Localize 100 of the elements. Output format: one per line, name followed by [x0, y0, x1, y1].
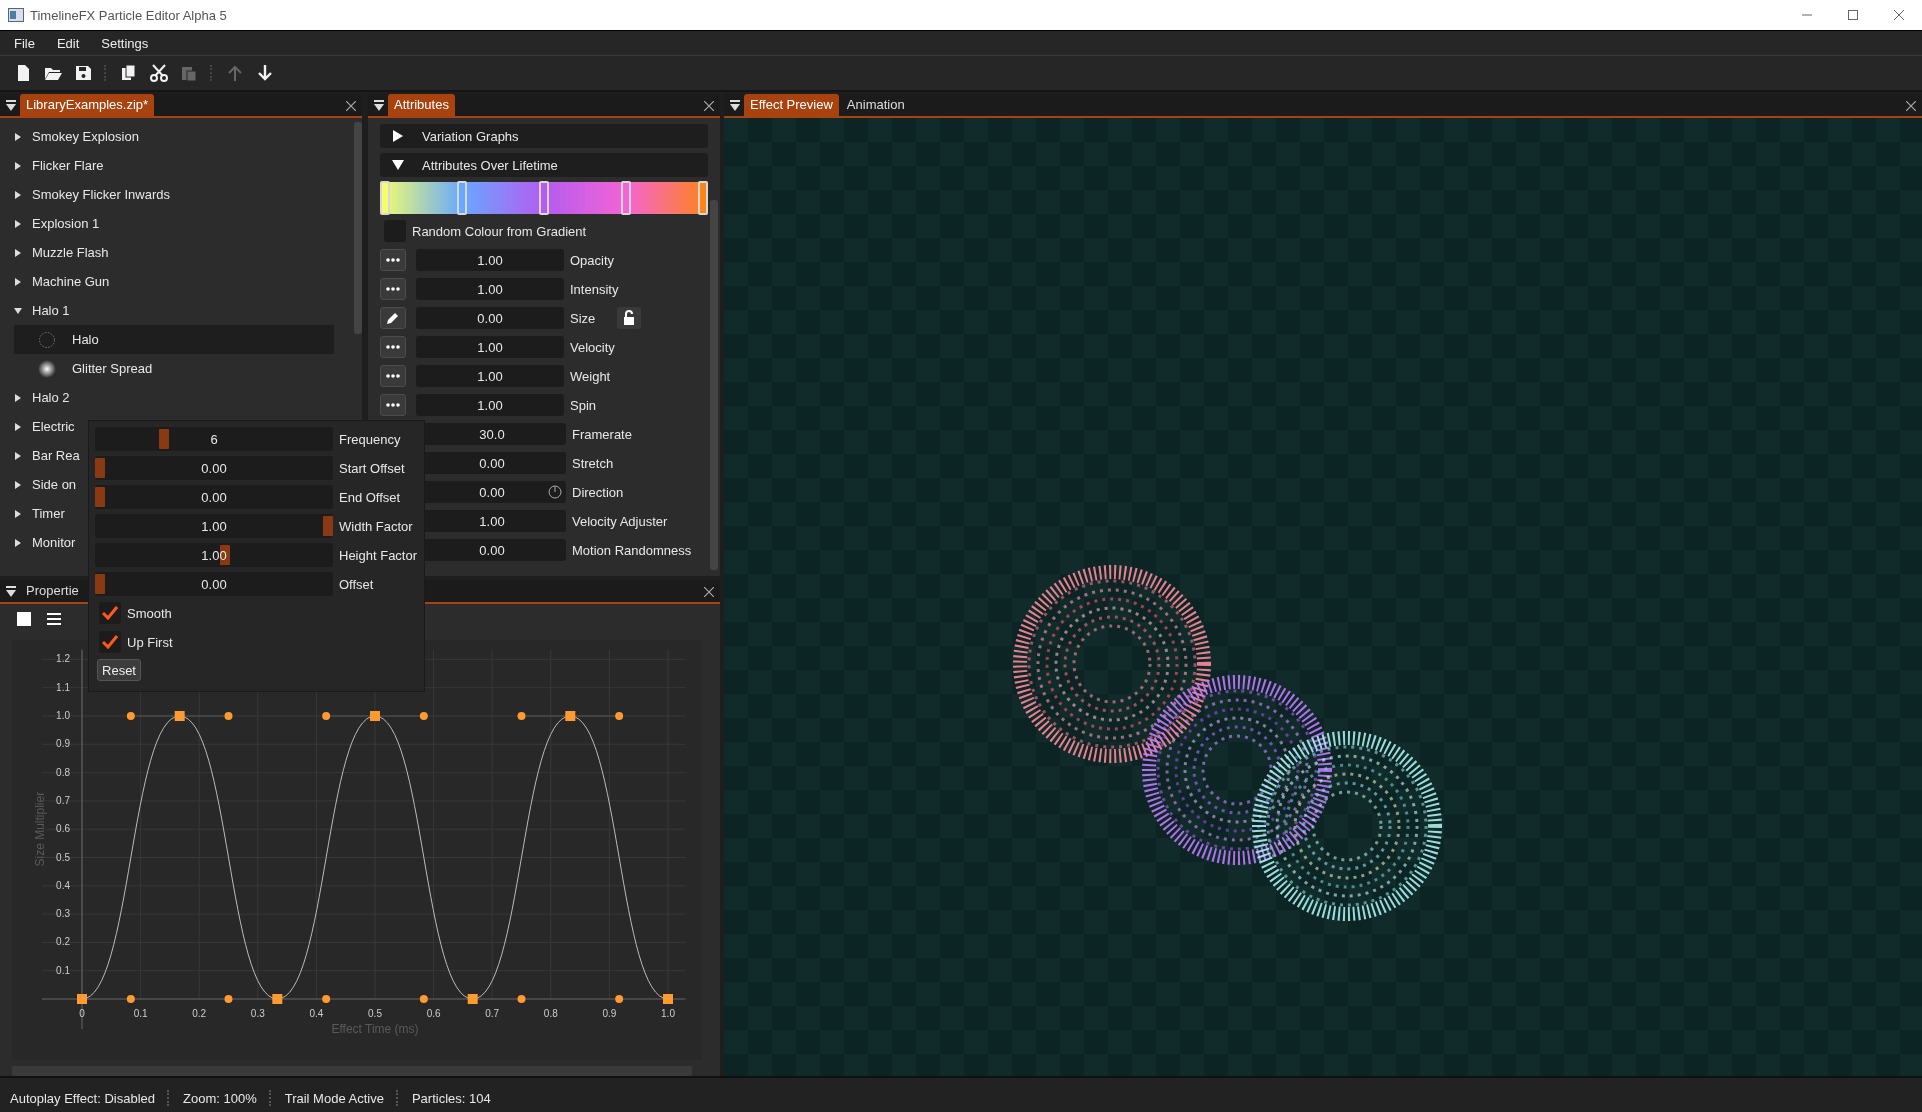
slider-field[interactable]: 0.00: [95, 572, 333, 596]
caret-icon[interactable]: [14, 538, 22, 547]
menu-item[interactable]: Settings: [93, 35, 157, 51]
slider-thumb[interactable]: [95, 574, 105, 594]
panel-menu-icon[interactable]: [6, 586, 16, 598]
slider-field[interactable]: 0.00: [95, 485, 333, 509]
tree-item[interactable]: Smokey Explosion: [32, 129, 139, 144]
panel-menu-icon[interactable]: [374, 100, 384, 112]
slider-field[interactable]: 6: [95, 427, 333, 451]
graph-node[interactable]: [565, 711, 576, 721]
caret-icon[interactable]: [14, 393, 22, 402]
checkbox[interactable]: [99, 602, 121, 624]
dial-icon[interactable]: [548, 485, 562, 499]
more-button[interactable]: [380, 278, 406, 300]
bezier-handle-drawing[interactable]: [517, 712, 624, 720]
panel-tab[interactable]: Animation: [840, 94, 911, 116]
tree-item[interactable]: Muzzle Flash: [32, 245, 109, 260]
caret-icon[interactable]: [14, 248, 22, 257]
value-field[interactable]: 1.00: [416, 336, 564, 358]
reset-button[interactable]: Reset: [97, 659, 141, 681]
bezier-handle-drawing[interactable]: [615, 995, 624, 1003]
tree-item[interactable]: Smokey Flicker Inwards: [32, 187, 170, 202]
slider-thumb[interactable]: [158, 429, 169, 449]
caret-icon[interactable]: [14, 480, 22, 489]
down-arrow-icon[interactable]: [256, 64, 274, 82]
slider-thumb[interactable]: [95, 487, 105, 507]
tree-item[interactable]: Timer: [32, 506, 65, 521]
graph-node[interactable]: [370, 711, 380, 721]
slider-field[interactable]: 1.00: [95, 514, 333, 538]
tree-item[interactable]: Flicker Flare: [32, 158, 104, 173]
section-header[interactable]: Variation Graphs: [380, 124, 708, 148]
scrollbar[interactable]: [710, 200, 718, 570]
caret-icon[interactable]: [14, 219, 22, 228]
colour-gradient-bar[interactable]: [380, 182, 708, 214]
checkbox[interactable]: [99, 631, 121, 653]
caret-icon[interactable]: [14, 277, 22, 286]
panel-tab[interactable]: Effect Preview: [744, 94, 839, 116]
tree-item[interactable]: Halo 2: [32, 390, 70, 405]
caret-icon[interactable]: [14, 451, 22, 460]
panel-tab[interactable]: Attributes: [388, 94, 455, 116]
slider-thumb[interactable]: [323, 516, 333, 536]
more-button[interactable]: [380, 394, 406, 416]
panel-menu-icon[interactable]: [6, 100, 16, 112]
tree-item[interactable]: Monitor: [32, 535, 76, 550]
copy-icon[interactable]: [120, 64, 138, 82]
close-icon[interactable]: [1906, 101, 1916, 111]
slider-field[interactable]: 0.00: [95, 456, 333, 480]
panel-tab[interactable]: Propertie: [20, 580, 85, 602]
close-icon[interactable]: [704, 101, 714, 111]
slider-thumb[interactable]: [95, 458, 105, 478]
save-icon[interactable]: [74, 64, 92, 82]
more-button[interactable]: [380, 365, 406, 387]
lock-button[interactable]: [617, 307, 642, 329]
tree-item[interactable]: Halo 1: [32, 303, 70, 318]
tree-item[interactable]: Glitter Spread: [72, 361, 153, 376]
menu-icon[interactable]: [46, 611, 62, 627]
caret-icon[interactable]: [14, 422, 22, 431]
graph-node[interactable]: [77, 994, 87, 1004]
caret-icon[interactable]: [14, 190, 22, 199]
tree-item[interactable]: Explosion 1: [32, 216, 100, 231]
menu-item[interactable]: File: [6, 35, 43, 51]
bezier-handle-drawing[interactable]: [224, 995, 331, 1003]
section-header[interactable]: Attributes Over Lifetime: [380, 153, 708, 177]
caret-icon[interactable]: [14, 161, 22, 170]
edit-button[interactable]: [380, 307, 406, 329]
tree-item[interactable]: Bar Rea: [32, 448, 80, 463]
graph-node[interactable]: [272, 994, 283, 1004]
scrollbar[interactable]: [354, 122, 362, 334]
caret-icon[interactable]: [14, 132, 22, 141]
slider-field[interactable]: 1.00: [95, 543, 333, 567]
value-field[interactable]: 1.00: [416, 278, 564, 300]
gradient-stop-handle[interactable]: [539, 181, 549, 215]
bezier-handle-drawing[interactable]: [419, 995, 526, 1003]
more-button[interactable]: [380, 336, 406, 358]
bezier-handle-drawing[interactable]: [126, 995, 135, 1003]
caret-icon[interactable]: [14, 509, 22, 518]
graph-node[interactable]: [663, 994, 673, 1004]
close-icon[interactable]: [704, 587, 714, 597]
close-icon[interactable]: [1893, 9, 1905, 21]
square-icon[interactable]: [16, 611, 32, 627]
more-button[interactable]: [380, 249, 406, 271]
tree-item[interactable]: Electric: [32, 419, 75, 434]
gradient-stop-handle[interactable]: [457, 181, 467, 215]
graph-node[interactable]: [174, 711, 185, 721]
gradient-stop-handle[interactable]: [698, 181, 708, 215]
value-field[interactable]: 1.00: [416, 394, 564, 416]
panel-tab[interactable]: LibraryExamples.zip*: [20, 94, 155, 116]
gradient-stop-handle[interactable]: [621, 181, 631, 215]
caret-icon[interactable]: [14, 306, 22, 315]
bezier-handle-drawing[interactable]: [322, 712, 428, 720]
tree-item[interactable]: Halo: [72, 332, 99, 347]
graph-node[interactable]: [467, 994, 478, 1004]
scrollbar[interactable]: [12, 1066, 692, 1076]
gradient-stop-handle[interactable]: [380, 181, 390, 215]
value-field[interactable]: 1.00: [416, 365, 564, 387]
value-field[interactable]: 1.00: [416, 249, 564, 271]
maximize-icon[interactable]: [1847, 9, 1859, 21]
tree-item[interactable]: Machine Gun: [32, 274, 110, 289]
panel-menu-icon[interactable]: [730, 100, 740, 112]
tree-item[interactable]: Side on: [32, 477, 77, 492]
